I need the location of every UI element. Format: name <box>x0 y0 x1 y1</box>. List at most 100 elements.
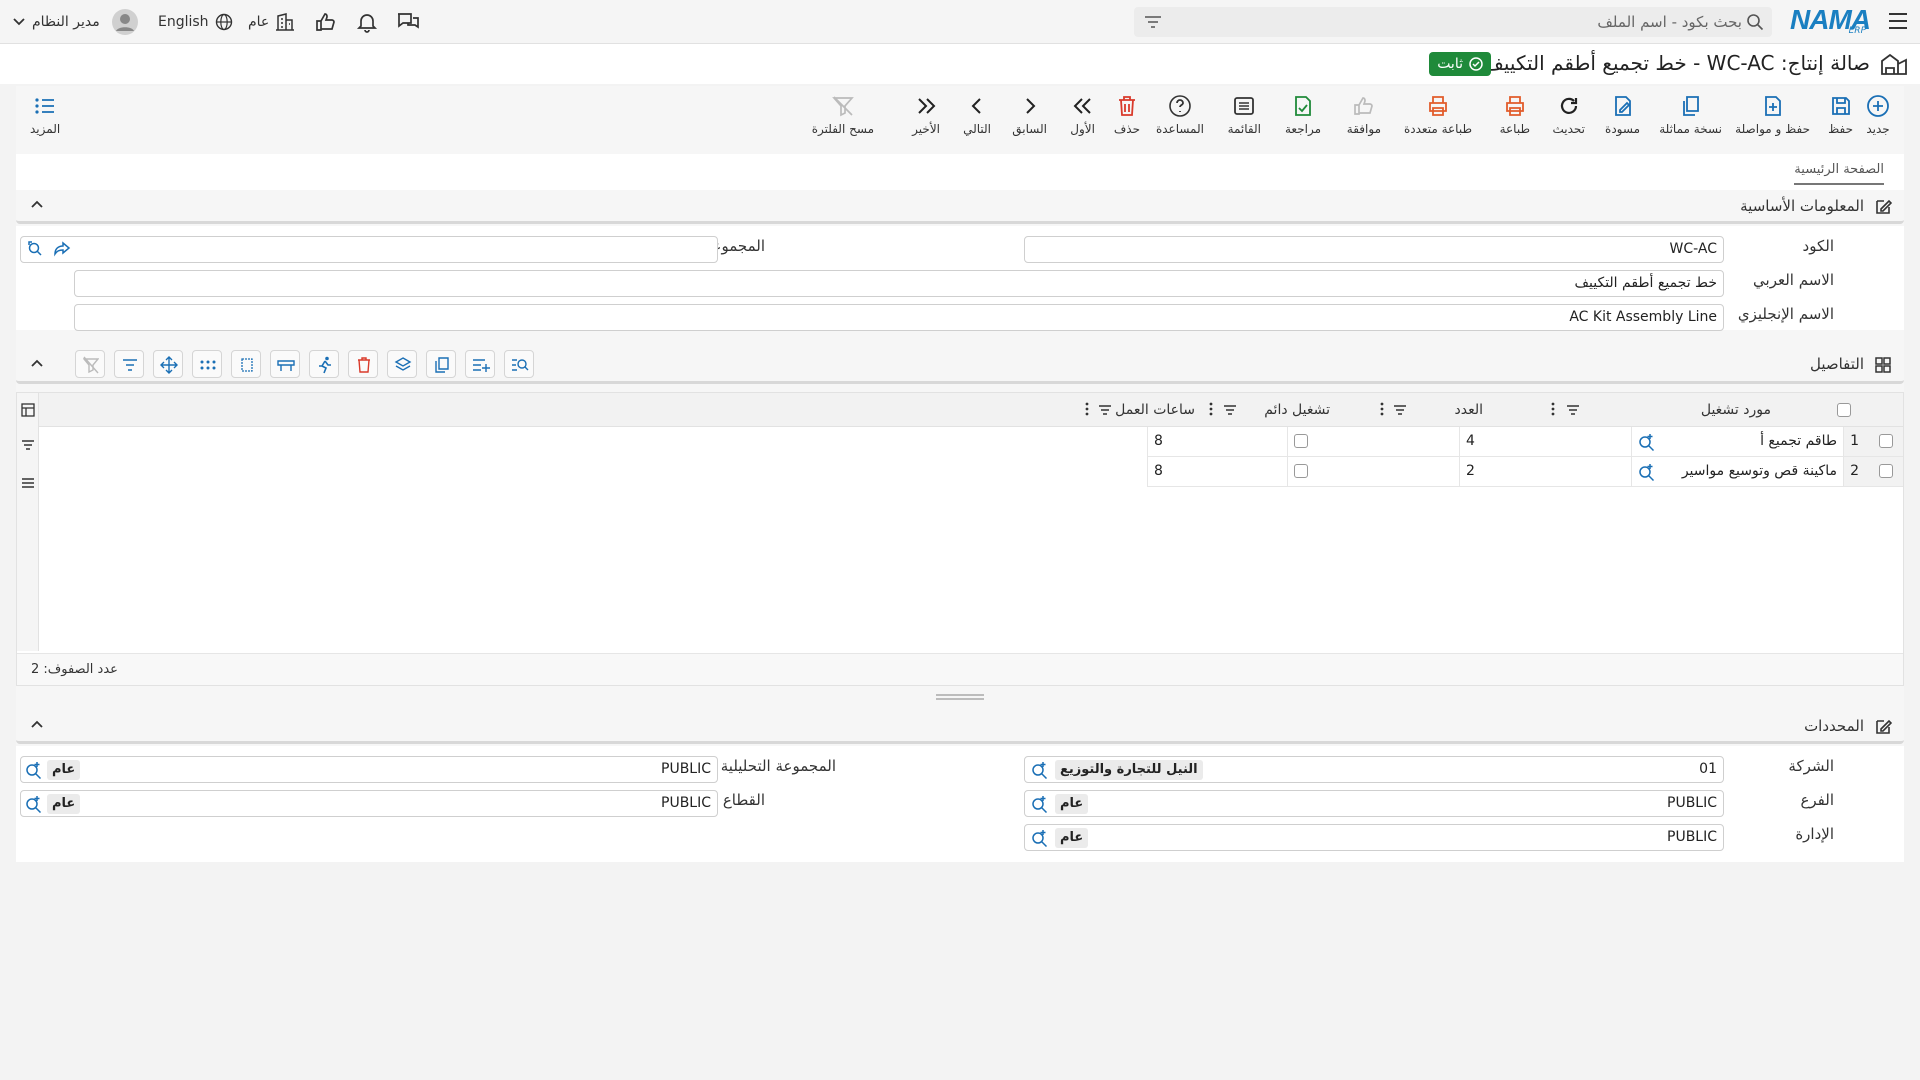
list-button[interactable]: القائمة <box>1228 94 1261 136</box>
grid-dots-button[interactable] <box>192 350 222 378</box>
previous-button[interactable]: السابق <box>1012 94 1047 136</box>
help-button[interactable]: المساعدة <box>1156 94 1204 136</box>
select-all-checkbox[interactable] <box>1837 403 1851 417</box>
resource-cell[interactable]: طاقم تجميع أ <box>1631 427 1843 457</box>
first-button[interactable]: الأول <box>1070 94 1095 136</box>
chevron-up-icon[interactable] <box>30 719 44 729</box>
column-header-resource[interactable]: مورد تشغيل <box>1701 402 1771 418</box>
review-button[interactable]: مراجعة <box>1285 94 1321 136</box>
permanent-checkbox[interactable] <box>1294 464 1308 478</box>
search-lookup-icon[interactable] <box>27 241 43 257</box>
search-lookup-icon[interactable] <box>1638 433 1656 451</box>
filter-icon[interactable] <box>1566 404 1580 416</box>
grid-table-button[interactable] <box>270 350 300 378</box>
search-lookup-icon[interactable] <box>1031 795 1049 813</box>
column-menu-icon[interactable] <box>1209 402 1213 416</box>
chevron-up-icon[interactable] <box>30 358 44 368</box>
scope-selector[interactable]: عام <box>248 8 295 36</box>
resource-cell[interactable]: ماكينة قص وتوسيع مواسير <box>1631 457 1843 487</box>
hamburger-menu-icon[interactable] <box>1888 12 1908 30</box>
grid-clear-filter-button[interactable] <box>75 350 105 378</box>
share-icon[interactable] <box>53 241 71 257</box>
dimensions-header[interactable]: المحددات <box>16 710 1904 744</box>
search-input[interactable]: بحث بكود - اسم الملف <box>1134 7 1772 37</box>
hours-cell[interactable]: 8 <box>1147 427 1287 457</box>
refresh-button[interactable]: تحديث <box>1552 94 1585 136</box>
save-button[interactable]: حفظ <box>1828 94 1853 136</box>
search-lookup-icon[interactable] <box>1031 761 1049 779</box>
details-header[interactable]: التفاصيل <box>16 346 1904 384</box>
tab-main[interactable]: الصفحة الرئيسية <box>1794 162 1884 185</box>
more-button[interactable]: المزيد <box>30 94 60 136</box>
company-field[interactable]: 01 النيل للتجارة والتوزيع <box>1024 756 1724 783</box>
column-menu-icon[interactable] <box>1380 402 1384 416</box>
grid-insert-row-button[interactable] <box>465 350 495 378</box>
column-menu-icon[interactable] <box>1551 402 1555 416</box>
arabic-name-field[interactable]: خط تجميع أطقم التكييف <box>74 270 1724 297</box>
menu-lines-icon[interactable] <box>21 477 35 489</box>
bell-icon[interactable] <box>356 8 378 36</box>
last-button[interactable]: الأخير <box>912 94 940 136</box>
code-field[interactable]: WC-AC <box>1024 236 1724 263</box>
column-header-hours[interactable]: ساعات العمل <box>1115 402 1195 418</box>
column-header-count[interactable]: العدد <box>1455 402 1484 418</box>
table-row[interactable]: 2 ماكينة قص وتوسيع مواسير 2 8 <box>1047 457 1903 487</box>
new-button[interactable]: جديد <box>1866 94 1890 136</box>
language-selector[interactable]: English <box>158 8 233 36</box>
multi-print-button[interactable]: طباعة متعددة <box>1404 94 1472 136</box>
duplicate-button[interactable]: نسخة مماثلة <box>1659 94 1722 136</box>
draft-button[interactable]: مسودة <box>1605 94 1640 136</box>
grid-run-button[interactable] <box>309 350 339 378</box>
search-lookup-icon[interactable] <box>1638 463 1656 481</box>
english-name-field[interactable]: AC Kit Assembly Line <box>74 304 1724 331</box>
search-lookup-icon[interactable] <box>1031 829 1049 847</box>
count-cell[interactable]: 2 <box>1459 457 1631 487</box>
grid-delete-button[interactable] <box>348 350 378 378</box>
approve-button[interactable]: موافقة <box>1347 94 1381 136</box>
column-header-permanent[interactable]: تشغيل دائم <box>1264 402 1330 418</box>
table-row[interactable]: 1 طاقم تجميع أ 4 8 <box>1047 427 1903 457</box>
resize-handle[interactable] <box>936 693 984 701</box>
next-button[interactable]: التالي <box>963 94 991 136</box>
filter-icon[interactable] <box>1144 14 1162 30</box>
grid-move-button[interactable] <box>153 350 183 378</box>
table-settings-icon[interactable] <box>21 403 35 417</box>
grid-search-button[interactable] <box>504 350 534 378</box>
grid-columns-button[interactable] <box>231 350 261 378</box>
filter-icon[interactable] <box>21 439 35 451</box>
grid-layers-button[interactable] <box>387 350 417 378</box>
hours-cell[interactable]: 8 <box>1147 457 1287 487</box>
basic-info-header[interactable]: المعلومات الأساسية <box>16 190 1904 224</box>
layers-icon <box>394 356 412 374</box>
filter-icon[interactable] <box>1223 404 1237 416</box>
chat-icon[interactable] <box>396 8 420 36</box>
permanent-checkbox[interactable] <box>1294 434 1308 448</box>
count-cell[interactable]: 4 <box>1459 427 1631 457</box>
chevron-up-icon[interactable] <box>30 199 44 209</box>
row-checkbox[interactable] <box>1879 464 1893 478</box>
grid-sort-button[interactable] <box>114 350 144 378</box>
clear-filter-button[interactable]: مسح الفلترة <box>812 94 874 136</box>
permanent-cell[interactable] <box>1287 457 1459 487</box>
search-lookup-icon[interactable] <box>25 761 43 779</box>
print-button[interactable]: طباعة <box>1500 94 1530 136</box>
branch-field[interactable]: PUBLIC عام <box>1024 790 1724 817</box>
thumbs-up-icon[interactable] <box>314 8 336 36</box>
row-checkbox[interactable] <box>1879 434 1893 448</box>
grid-copy-button[interactable] <box>426 350 456 378</box>
delete-button[interactable]: حذف <box>1114 94 1140 136</box>
filter-icon[interactable] <box>1393 404 1407 416</box>
group-field[interactable] <box>20 236 718 263</box>
analytic-group-field[interactable]: PUBLIC عام <box>20 756 718 783</box>
search-lookup-icon[interactable] <box>25 795 43 813</box>
sector-field[interactable]: PUBLIC عام <box>20 790 718 817</box>
permanent-cell[interactable] <box>1287 427 1459 457</box>
save-continue-icon <box>1761 94 1785 118</box>
columns-icon <box>239 357 255 373</box>
department-field[interactable]: PUBLIC عام <box>1024 824 1724 851</box>
column-menu-icon[interactable] <box>1085 402 1089 416</box>
save-continue-button[interactable]: حفظ و مواصلة <box>1735 94 1810 136</box>
filter-icon[interactable] <box>1098 404 1112 416</box>
user-menu[interactable]: مدير النظام <box>12 8 138 36</box>
logo[interactable]: NAMA ERP <box>1788 4 1871 38</box>
